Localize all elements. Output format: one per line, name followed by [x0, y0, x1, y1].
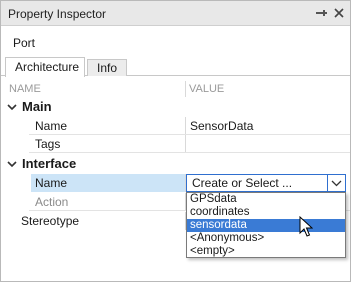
- close-icon[interactable]: [331, 5, 347, 21]
- row-divider: [29, 152, 350, 153]
- tab-label: Architecture: [15, 60, 80, 74]
- property-row-tags[interactable]: Tags: [1, 135, 350, 153]
- tab-architecture[interactable]: Architecture: [5, 57, 85, 77]
- cell-divider: [185, 117, 186, 135]
- property-label: Tags: [35, 137, 61, 151]
- property-label: Action: [35, 195, 69, 209]
- option-gpsdata[interactable]: GPSdata: [187, 193, 345, 206]
- option-sensordata[interactable]: sensordata: [187, 219, 345, 232]
- group-main[interactable]: Main: [1, 97, 350, 116]
- option-coordinates[interactable]: coordinates: [187, 206, 345, 219]
- property-inspector-panel: Property Inspector Port Architecture Inf…: [0, 0, 351, 282]
- mouse-pointer-icon: [299, 216, 313, 237]
- name-column-header: NAME: [9, 83, 41, 95]
- property-label: Name: [35, 176, 68, 190]
- group-label: Main: [22, 99, 52, 114]
- cell-divider: [185, 135, 186, 153]
- interface-name-combobox[interactable]: Create or Select ...: [186, 174, 346, 192]
- value-column-header: VALUE: [189, 83, 225, 95]
- title-bar: Property Inspector: [1, 1, 350, 26]
- property-value[interactable]: SensorData: [190, 119, 253, 133]
- tab-info[interactable]: Info: [87, 59, 127, 76]
- chevron-down-icon: [331, 180, 342, 187]
- property-label: Name: [35, 119, 68, 133]
- chevron-down-icon[interactable]: [7, 101, 17, 111]
- option-empty[interactable]: <empty>: [187, 245, 345, 258]
- property-row-name[interactable]: Name SensorData: [1, 117, 350, 135]
- tab-strip: Architecture Info: [1, 57, 350, 77]
- chevron-down-icon[interactable]: [7, 158, 17, 168]
- group-label: Interface: [22, 156, 77, 171]
- property-label: Stereotype: [21, 214, 80, 228]
- tab-label: Info: [97, 61, 118, 75]
- combobox-dropdown-button[interactable]: [327, 175, 345, 191]
- panel-title: Property Inspector: [8, 7, 107, 21]
- combobox-value: Create or Select ...: [192, 176, 293, 190]
- inspected-element-type: Port: [13, 36, 36, 50]
- interface-options-list: GPSdata coordinates sensordata <Anonymou…: [186, 192, 346, 258]
- column-divider[interactable]: [185, 81, 186, 97]
- option-anonymous[interactable]: <Anonymous>: [187, 232, 345, 245]
- group-interface[interactable]: Interface: [1, 154, 350, 173]
- column-header: NAME VALUE: [1, 81, 350, 95]
- pin-icon[interactable]: [313, 5, 329, 21]
